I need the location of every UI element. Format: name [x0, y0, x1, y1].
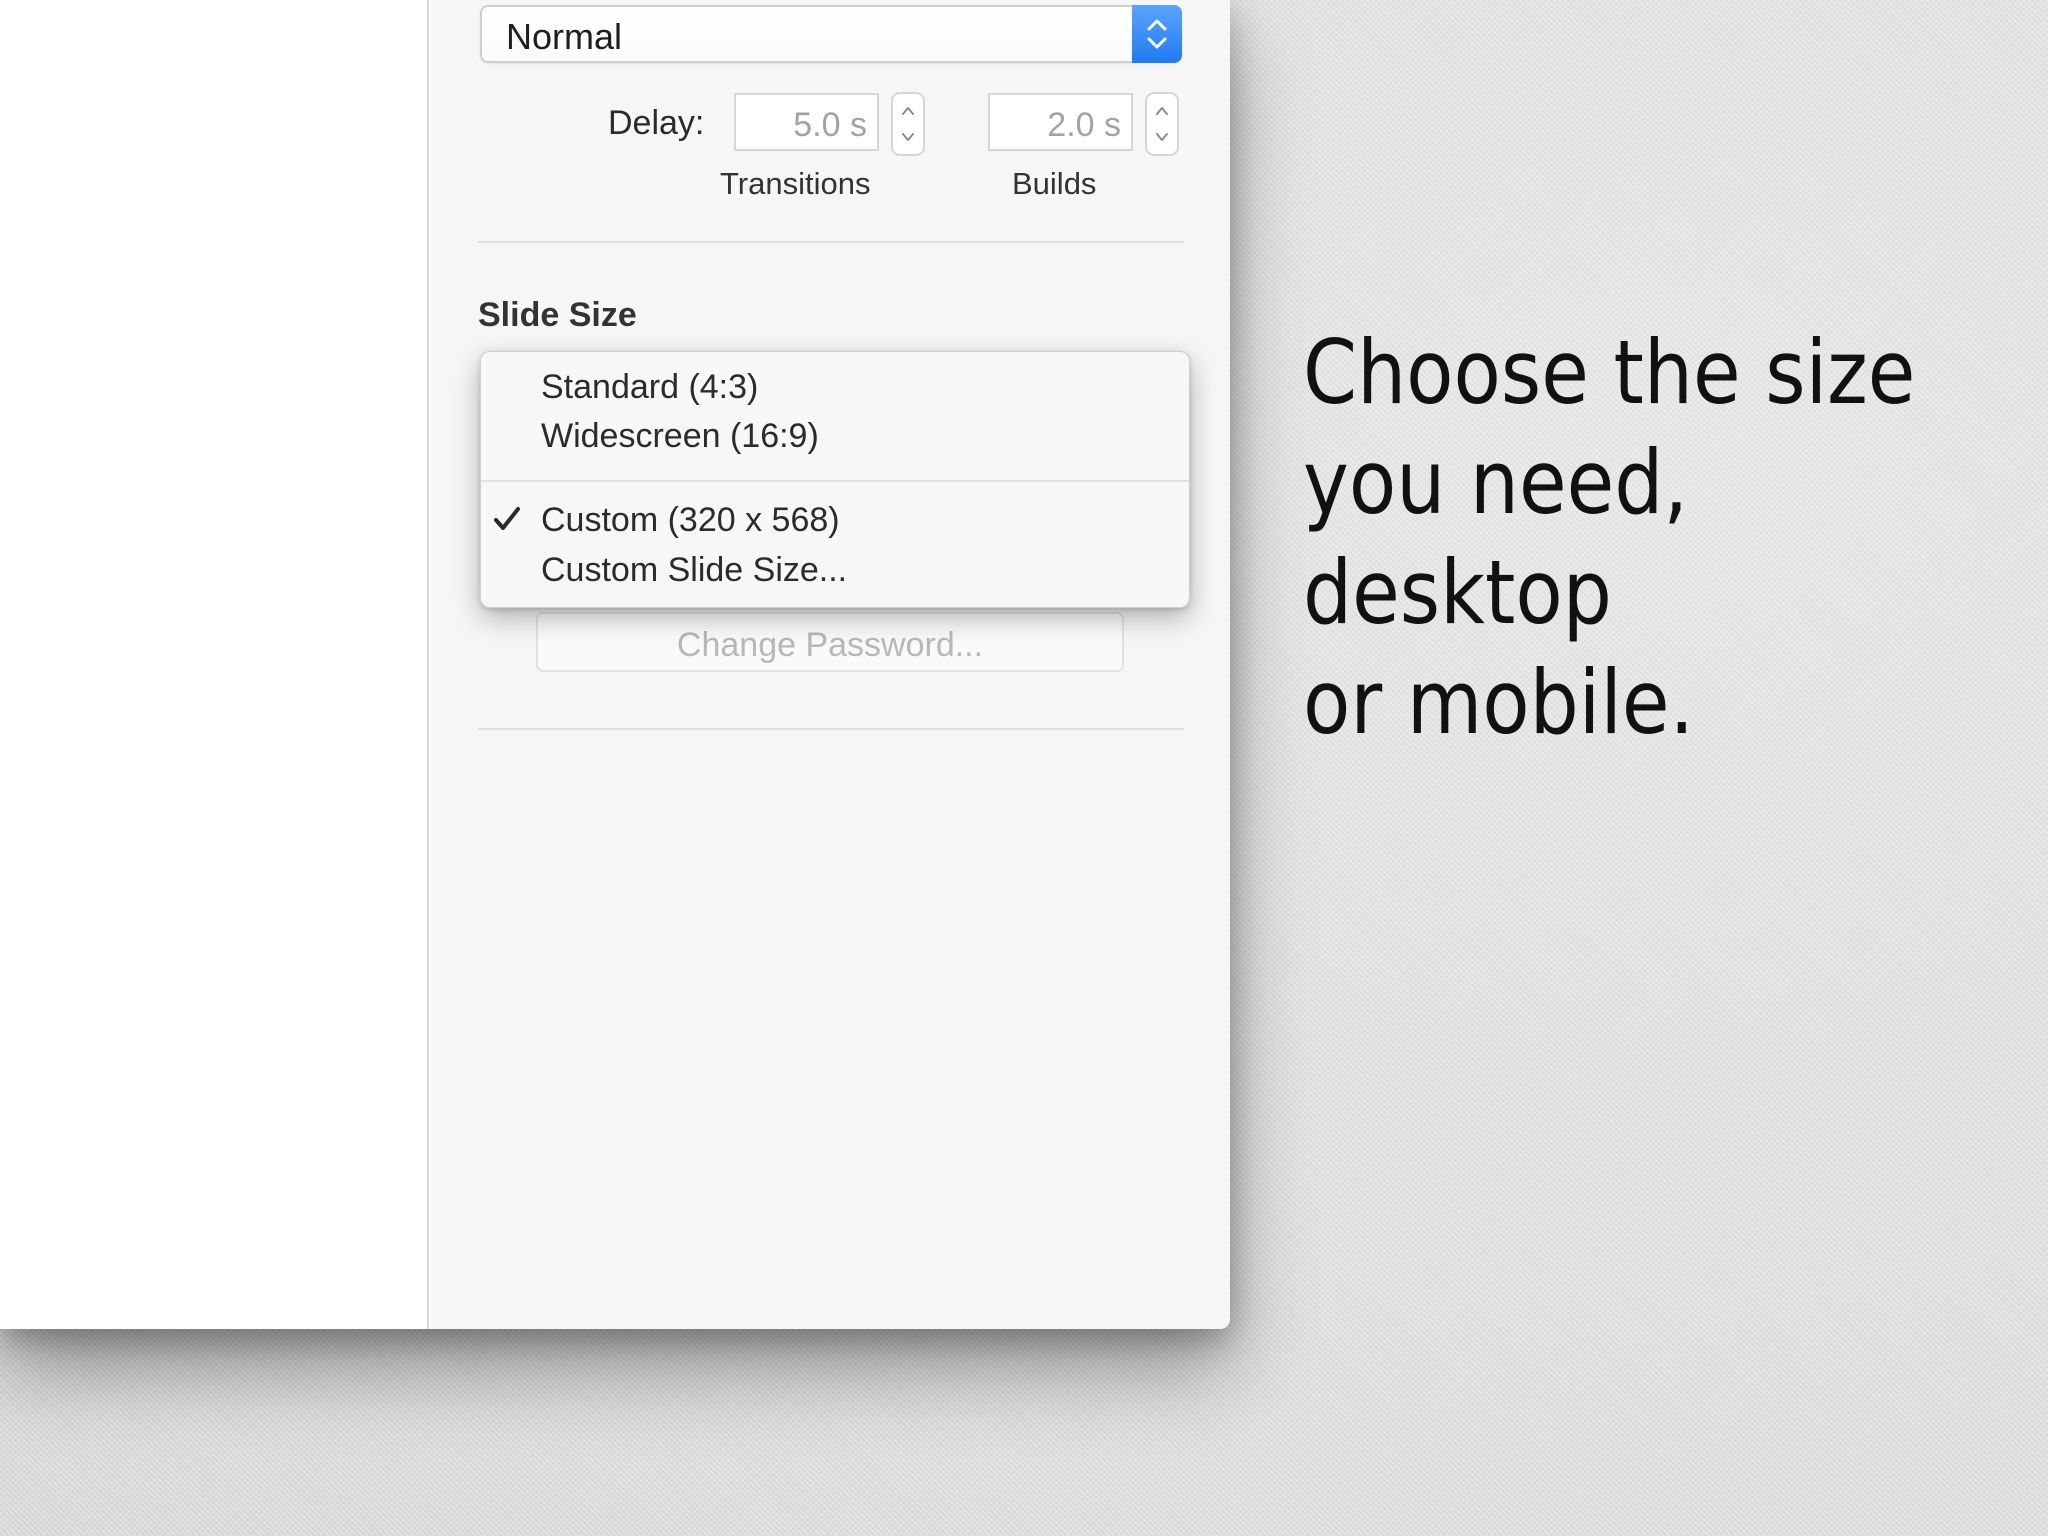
menu-item-standard[interactable]: Standard (4:3) [541, 368, 758, 407]
builds-label: Builds [1012, 166, 1097, 201]
slide-size-menu: Standard (4:3) Widescreen (16:9) Custom … [480, 351, 1190, 608]
menu-item-custom-slide-size[interactable]: Custom Slide Size... [541, 551, 847, 590]
transitions-delay-stepper[interactable] [891, 92, 925, 156]
change-password-button[interactable]: Change Password... [536, 612, 1124, 672]
builds-delay-stepper[interactable] [1145, 92, 1179, 156]
transitions-delay-value: 5.0 s [793, 106, 867, 144]
section-divider [478, 728, 1184, 730]
slide-canvas[interactable] [0, 0, 429, 1329]
stepper-arrows-icon [902, 107, 914, 141]
popup-value: Normal [506, 16, 623, 57]
builds-delay-field[interactable]: 2.0 s [988, 93, 1133, 151]
transitions-delay-field[interactable]: 5.0 s [734, 93, 879, 151]
caption-text: Choose the size you need, desktop or mob… [1303, 321, 1916, 754]
checkmark-icon [494, 507, 520, 530]
transition-style-popup[interactable]: Normal [480, 5, 1182, 63]
stepper-arrows-icon [1156, 107, 1168, 141]
menu-separator [481, 480, 1189, 482]
menu-item-custom[interactable]: Custom (320 x 568) [541, 501, 840, 540]
section-divider [478, 241, 1184, 243]
builds-delay-value: 2.0 s [1047, 106, 1121, 144]
delay-label: Delay: [608, 104, 705, 142]
slide-size-title: Slide Size [478, 296, 637, 334]
transitions-label: Transitions [720, 166, 871, 201]
chevron-updown-icon[interactable] [1132, 5, 1182, 63]
menu-item-widescreen[interactable]: Widescreen (16:9) [541, 417, 819, 456]
